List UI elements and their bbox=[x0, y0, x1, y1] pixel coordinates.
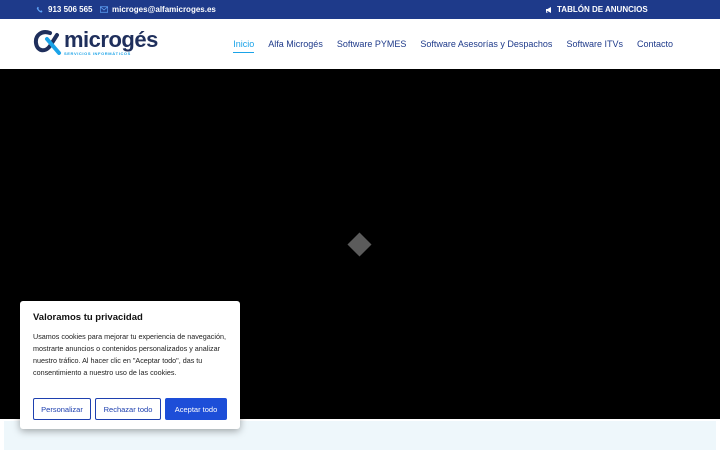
nav-item-alfa-microges[interactable]: Alfa Microgés bbox=[268, 39, 323, 49]
cookie-consent-banner: Valoramos tu privacidad Usamos cookies p… bbox=[20, 301, 240, 429]
nav-item-software-pymes[interactable]: Software PYMES bbox=[337, 39, 407, 49]
email-address: microges@alfamicroges.es bbox=[112, 5, 216, 14]
cookie-actions: Personalizar Rechazar todo Aceptar todo bbox=[33, 398, 227, 420]
loading-spinner-icon bbox=[347, 232, 372, 257]
main-nav: Inicio Alfa Microgés Software PYMES Soft… bbox=[233, 19, 673, 69]
cookie-description: Usamos cookies para mejorar tu experienc… bbox=[33, 332, 226, 377]
phone-icon bbox=[36, 6, 44, 14]
site-logo[interactable]: microgés SERVICIOS INFORMÁTICOS bbox=[33, 29, 158, 61]
megaphone-icon bbox=[545, 6, 553, 14]
customize-button[interactable]: Personalizar bbox=[33, 398, 91, 420]
logo-name: microgés bbox=[64, 27, 158, 52]
nav-item-inicio[interactable]: Inicio bbox=[233, 39, 255, 53]
nav-item-software-itvs[interactable]: Software ITVs bbox=[566, 39, 623, 49]
envelope-icon bbox=[100, 6, 108, 13]
announcements-label: TABLÓN DE ANUNCIOS bbox=[557, 5, 648, 14]
accept-all-button[interactable]: Aceptar todo bbox=[165, 398, 227, 420]
cookie-title: Valoramos tu privacidad bbox=[33, 312, 143, 323]
top-bar: 913 506 565 microges@alfamicroges.es TAB… bbox=[0, 0, 720, 19]
nav-item-software-asesorias[interactable]: Software Asesorías y Despachos bbox=[420, 39, 552, 49]
logo-subtitle: SERVICIOS INFORMÁTICOS bbox=[64, 51, 131, 56]
email-contact[interactable]: microges@alfamicroges.es bbox=[100, 0, 216, 19]
alpha-logo-icon bbox=[33, 30, 61, 55]
announcements-link[interactable]: TABLÓN DE ANUNCIOS bbox=[545, 0, 648, 19]
nav-item-contacto[interactable]: Contacto bbox=[637, 39, 673, 49]
phone-contact[interactable]: 913 506 565 bbox=[36, 0, 93, 19]
phone-number: 913 506 565 bbox=[48, 5, 93, 14]
reject-all-button[interactable]: Rechazar todo bbox=[95, 398, 161, 420]
